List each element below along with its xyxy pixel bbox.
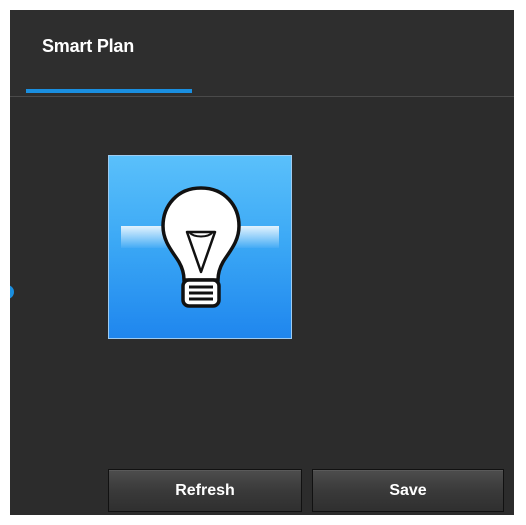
refresh-button[interactable]: Refresh — [108, 469, 302, 512]
tab-bar: Smart Plan — [10, 10, 514, 97]
tab-smart-plan[interactable]: Smart Plan — [26, 10, 192, 96]
smart-plan-tile[interactable] — [108, 155, 292, 339]
tab-divider — [10, 96, 514, 97]
lightbulb-icon — [161, 186, 241, 308]
smart-plan-panel: Smart Plan Refresh Save — [10, 10, 514, 515]
active-tab-indicator — [26, 89, 192, 93]
tab-smart-plan-label: Smart Plan — [42, 36, 135, 56]
save-button[interactable]: Save — [312, 469, 504, 512]
scroll-handle[interactable] — [10, 285, 14, 299]
